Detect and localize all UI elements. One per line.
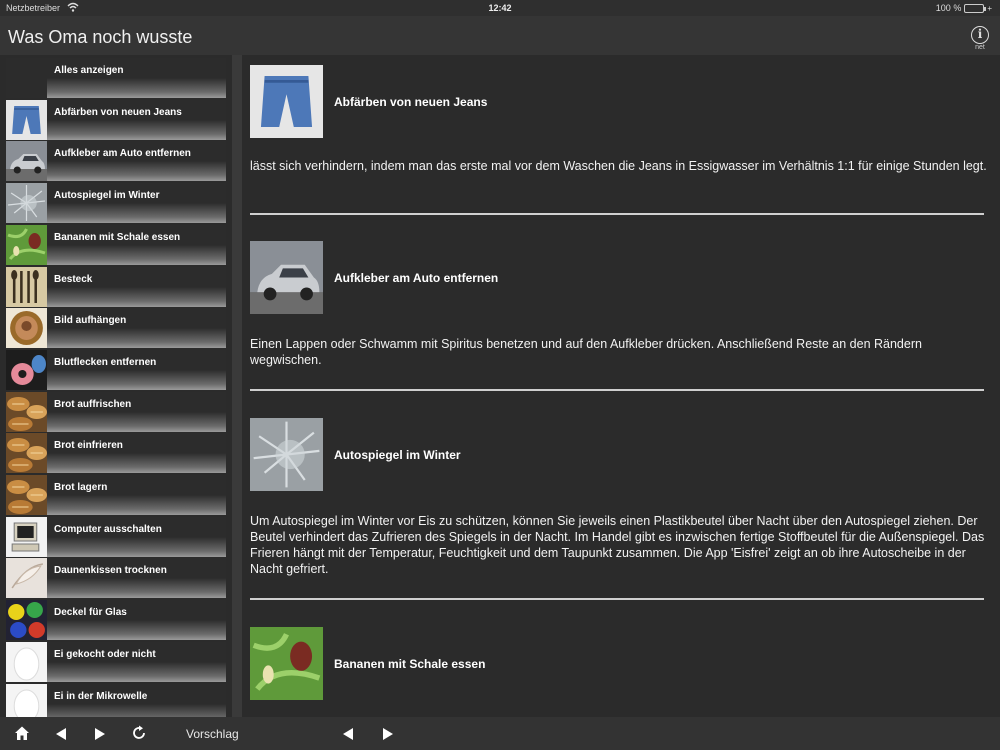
glass-balls-thumbnail <box>6 600 47 641</box>
sidebar-item-label: Abfärben von neuen Jeans <box>54 106 182 118</box>
jeans-thumbnail <box>6 99 47 140</box>
status-bar: Netzbetreiber 12:42 100 % + <box>0 0 1000 16</box>
entry-divider <box>250 389 984 391</box>
picture-frame-thumbnail <box>6 308 47 349</box>
sidebar-item-label: Ei gekocht oder nicht <box>54 648 156 660</box>
empty-thumbnail <box>6 58 47 98</box>
app-title: Was Oma noch wusste <box>8 27 193 47</box>
sidebar-item-label: Bananen mit Schale essen <box>54 231 181 243</box>
topic-list[interactable]: Alles anzeigen Abfärben von neuen Jeans Au… <box>0 55 236 717</box>
navigation-bar: Was Oma noch wusste i net <box>0 16 1000 55</box>
sidebar-item[interactable]: Daunenkissen trocknen <box>6 558 226 599</box>
banana-thumbnail <box>6 224 47 265</box>
triangle-left-icon <box>343 728 353 740</box>
content-pane[interactable]: Abfärben von neuen Jeans lässt sich verhi… <box>236 55 1000 717</box>
sidebar-item-label: Besteck <box>54 273 93 285</box>
sidebar-item-label: Autospiegel im Winter <box>54 190 160 202</box>
suggestion-button[interactable]: Vorschlag <box>186 727 239 741</box>
charging-icon: + <box>987 3 992 13</box>
sidebar-item[interactable]: Ei in der Mikrowelle <box>6 683 226 717</box>
battery-percent: 100 % <box>935 3 962 13</box>
triangle-right-icon <box>383 728 393 740</box>
sidebar-item[interactable]: Ei gekocht oder nicht <box>6 641 226 682</box>
info-icon: i <box>971 26 989 44</box>
battery-indicator: 100 % + <box>936 3 992 13</box>
sidebar-item[interactable]: Abfärben von neuen Jeans <box>6 99 226 140</box>
back-button[interactable] <box>56 727 67 745</box>
sidebar-item[interactable]: Aufkleber am Auto entfernen <box>6 141 226 182</box>
sidebar-item-label: Aufkleber am Auto entfernen <box>54 148 191 160</box>
egg-thumbnail <box>6 641 47 682</box>
bread-thumbnail <box>6 433 47 474</box>
battery-icon <box>964 3 987 13</box>
refresh-icon <box>133 725 145 739</box>
entry-title: Abfärben von neuen Jeans <box>334 95 488 109</box>
sidebar-item-label: Brot einfrieren <box>54 440 123 452</box>
feather-thumbnail <box>6 558 47 599</box>
home-icon <box>15 726 29 740</box>
sidebar-item-label: Ei in der Mikrowelle <box>54 690 148 702</box>
clock: 12:42 <box>488 3 512 13</box>
sidebar-item-label: Brot auffrischen <box>54 398 132 410</box>
sidebar-item[interactable]: Brot einfrieren <box>6 433 226 474</box>
entry-divider <box>250 213 984 215</box>
forward-button[interactable] <box>94 727 105 745</box>
sidebar-item[interactable]: Deckel für Glas <box>6 600 226 641</box>
sidebar-item-label: Brot lagern <box>54 482 108 493</box>
reload-button[interactable] <box>131 725 147 746</box>
computer-thumbnail <box>6 516 47 557</box>
egg-thumbnail <box>6 683 47 717</box>
bottom-toolbar: Vorschlag <box>0 717 1000 750</box>
entry-title: Aufkleber am Auto entfernen <box>334 271 499 285</box>
bread-thumbnail <box>6 391 47 432</box>
entry-text: Einen Lappen oder Schwamm mit Spiritus b… <box>250 337 922 367</box>
sidebar-item-label: Daunenkissen trocknen <box>54 565 167 577</box>
sidebar-item[interactable]: Bild aufhängen <box>6 308 226 349</box>
sidebar-item-label: Computer ausschalten <box>54 523 162 535</box>
bread-thumbnail <box>6 475 47 515</box>
triangle-left-icon <box>56 728 66 740</box>
entry-text: Um Autospiegel im Winter vor Eis zu schü… <box>250 514 985 576</box>
sidebar-item[interactable]: Computer ausschalten <box>6 516 226 557</box>
sidebar-item-label: Bild aufhängen <box>54 315 127 327</box>
sidebar-item[interactable]: Alles anzeigen <box>6 58 226 98</box>
car-image <box>250 241 323 314</box>
triangle-right-icon <box>95 728 105 740</box>
entry-text: lässt sich verhindern, indem man das ers… <box>250 159 987 173</box>
home-button[interactable] <box>14 725 30 746</box>
suggestion-next-button[interactable] <box>382 727 393 745</box>
car-thumbnail <box>6 141 47 182</box>
frost-image <box>250 418 323 491</box>
sidebar-item-label: Blutflecken entfernen <box>54 356 157 368</box>
sidebar-item[interactable]: Besteck <box>6 266 226 307</box>
sidebar-item[interactable]: Blutflecken entfernen <box>6 349 226 390</box>
entry-title: Autospiegel im Winter <box>334 448 461 462</box>
frost-thumbnail <box>6 183 47 224</box>
info-button[interactable]: i net <box>970 26 990 51</box>
banana-image <box>250 627 323 700</box>
sidebar-item[interactable]: Autospiegel im Winter <box>6 183 226 224</box>
sidebar-item-label: Deckel für Glas <box>54 607 127 619</box>
entry-title: Bananen mit Schale essen <box>334 657 486 671</box>
sponge-thumbnail <box>6 349 47 390</box>
sidebar-item[interactable]: Bananen mit Schale essen <box>6 224 226 265</box>
suggestion-prev-button[interactable] <box>343 727 354 745</box>
sidebar-item-label: Alles anzeigen <box>54 65 124 76</box>
entry-divider <box>250 598 984 600</box>
jeans-image <box>250 65 323 138</box>
info-sublabel: net <box>975 44 985 51</box>
sidebar-item[interactable]: Brot lagern <box>6 475 226 515</box>
sidebar-item[interactable]: Brot auffrischen <box>6 391 226 432</box>
cutlery-thumbnail <box>6 266 47 307</box>
